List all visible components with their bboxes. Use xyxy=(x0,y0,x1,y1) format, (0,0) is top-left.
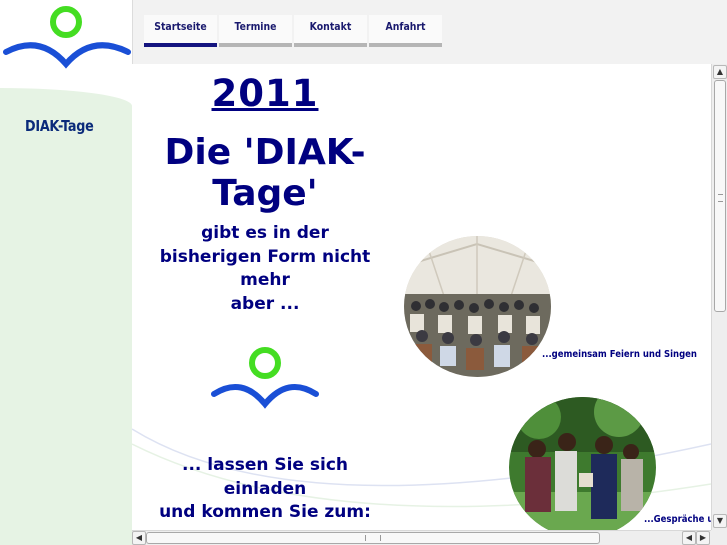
diak-logo-icon[interactable] xyxy=(0,0,132,74)
diak-logo-icon xyxy=(211,347,319,409)
text-line: mehr xyxy=(240,270,290,290)
main-nav: Startseite Termine Kontakt Anfahrt xyxy=(144,15,444,47)
grip-icon xyxy=(365,535,381,541)
tab-anfahrt[interactable]: Anfahrt xyxy=(369,15,442,47)
scroll-up-button[interactable]: ▲ xyxy=(713,65,727,79)
photo-caption: ...gemeinsam Feiern und Singen xyxy=(542,349,697,360)
sidebar: DIAK-Tage xyxy=(0,0,132,545)
text-line: ... lassen Sie sich xyxy=(181,455,349,475)
main-content: 2011 Die 'DIAK- Tage' gibt es in der bis… xyxy=(132,64,711,530)
grip-icon xyxy=(718,194,723,202)
scroll-corner xyxy=(711,530,727,545)
text-line: gibt es in der xyxy=(201,223,329,243)
scroll-left-button[interactable]: ◀ xyxy=(682,531,696,545)
headline-line: Die 'DIAK- xyxy=(164,132,366,173)
scroll-right-button[interactable]: ▶ xyxy=(696,531,710,545)
sidebar-title: DIAK-Tage xyxy=(25,117,94,135)
invitation-text: ... lassen Sie sich einladen und kommen … xyxy=(142,454,388,525)
vertical-scrollbar[interactable]: ▲ ▼ xyxy=(711,64,727,530)
year-heading: 2011 xyxy=(211,72,319,115)
tab-label: Startseite xyxy=(154,20,207,33)
text-line: und kommen Sie zum: xyxy=(159,502,371,522)
vertical-scroll-thumb[interactable] xyxy=(714,80,726,312)
scroll-left-button[interactable]: ◀ xyxy=(132,531,146,545)
tab-startseite[interactable]: Startseite xyxy=(144,15,217,47)
text-line: bisherigen Form nicht xyxy=(159,246,371,267)
horizontal-scrollbar[interactable]: ◀ ◀ ▶ xyxy=(132,530,711,545)
horizontal-scroll-thumb[interactable] xyxy=(146,532,600,544)
photo-celebration xyxy=(404,236,551,377)
tab-kontakt[interactable]: Kontakt xyxy=(294,15,367,47)
tab-termine[interactable]: Termine xyxy=(219,15,292,47)
intro-text: gibt es in der bisherigen Form nicht meh… xyxy=(142,222,388,316)
photo-conversation xyxy=(509,397,656,530)
tab-label: Anfahrt xyxy=(385,20,426,33)
tab-label: Kontakt xyxy=(309,20,352,33)
sidebar-panel xyxy=(0,88,132,545)
text-line: aber ... xyxy=(230,293,300,314)
photo-caption: ...Gespräche u xyxy=(644,514,711,525)
page-title: Die 'DIAK- Tage' xyxy=(142,132,388,214)
headline-line: Tage' xyxy=(212,173,318,214)
text-line: einladen xyxy=(223,478,307,499)
divider xyxy=(132,0,133,64)
scroll-down-button[interactable]: ▼ xyxy=(713,514,727,528)
tab-label: Termine xyxy=(234,20,277,33)
